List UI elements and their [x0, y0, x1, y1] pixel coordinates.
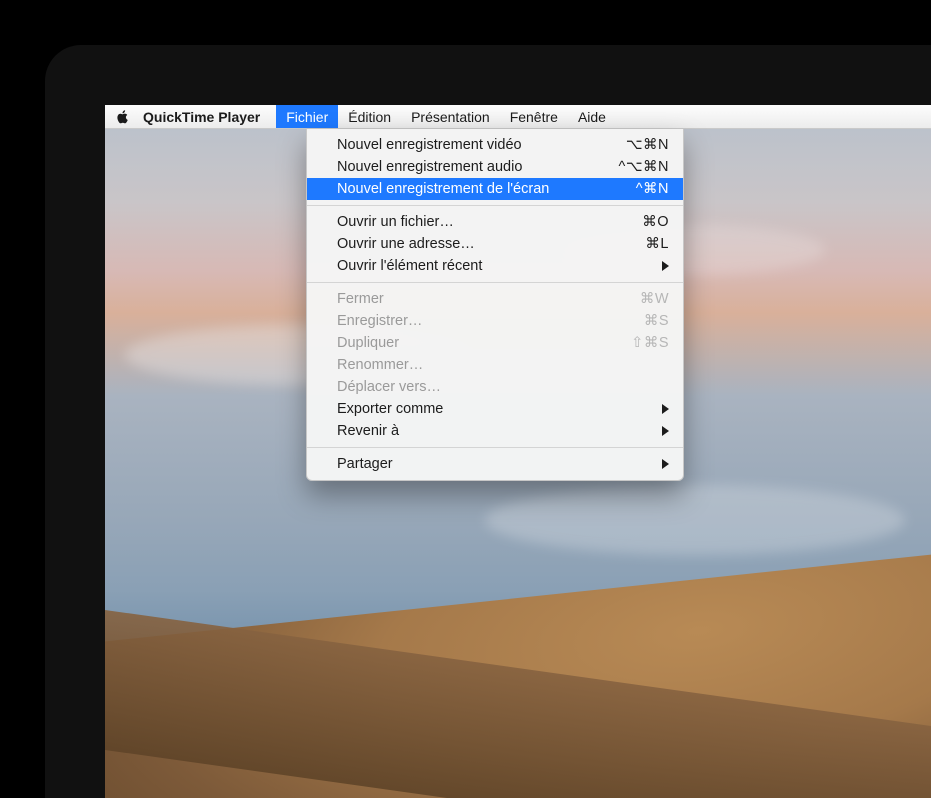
- menuitem-move-to: Déplacer vers…: [307, 376, 683, 398]
- menuitem-label: Renommer…: [337, 357, 423, 373]
- menuitem-label: Exporter comme: [337, 401, 443, 417]
- menuitem-shortcut: ^⌘N: [636, 181, 669, 197]
- menuitem-new-video-recording[interactable]: Nouvel enregistrement vidéo ⌥⌘N: [307, 134, 683, 156]
- menuitem-shortcut: ⌘L: [645, 236, 669, 252]
- app-name[interactable]: QuickTime Player: [143, 109, 260, 125]
- menuitem-label: Ouvrir un fichier…: [337, 214, 454, 230]
- desktop-screen: QuickTime Player Fichier Édition Présent…: [105, 105, 931, 798]
- menuitem-label: Nouvel enregistrement vidéo: [337, 137, 522, 153]
- menuitem-new-screen-recording[interactable]: Nouvel enregistrement de l'écran ^⌘N: [307, 178, 683, 200]
- menuitem-rename: Renommer…: [307, 354, 683, 376]
- menu-separator: [307, 205, 683, 206]
- menu-separator: [307, 282, 683, 283]
- menuitem-label: Enregistrer…: [337, 313, 422, 329]
- file-menu-dropdown: Nouvel enregistrement vidéo ⌥⌘N Nouvel e…: [306, 129, 684, 481]
- menu-fichier[interactable]: Fichier: [276, 105, 338, 128]
- menuitem-label: Ouvrir une adresse…: [337, 236, 475, 252]
- menuitem-open-file[interactable]: Ouvrir un fichier… ⌘O: [307, 211, 683, 233]
- menuitem-label: Déplacer vers…: [337, 379, 441, 395]
- menuitem-save: Enregistrer… ⌘S: [307, 310, 683, 332]
- submenu-arrow-icon: [662, 426, 669, 436]
- menuitem-shortcut: ⌘O: [642, 214, 669, 230]
- menuitem-revert-to[interactable]: Revenir à: [307, 420, 683, 442]
- menuitem-label: Partager: [337, 456, 393, 472]
- submenu-arrow-icon: [662, 459, 669, 469]
- menu-presentation[interactable]: Présentation: [401, 105, 500, 128]
- menuitem-duplicate: Dupliquer ⇧⌘S: [307, 332, 683, 354]
- submenu-arrow-icon: [662, 404, 669, 414]
- menuitem-close: Fermer ⌘W: [307, 288, 683, 310]
- menuitem-label: Fermer: [337, 291, 384, 307]
- menu-separator: [307, 447, 683, 448]
- menuitem-open-recent[interactable]: Ouvrir l'élément récent: [307, 255, 683, 277]
- menuitem-shortcut: ^⌥⌘N: [619, 159, 669, 175]
- menu-fenetre[interactable]: Fenêtre: [500, 105, 568, 128]
- menu-aide[interactable]: Aide: [568, 105, 616, 128]
- menuitem-open-location[interactable]: Ouvrir une adresse… ⌘L: [307, 233, 683, 255]
- menuitem-label: Nouvel enregistrement audio: [337, 159, 522, 175]
- menuitem-shortcut: ⇧⌘S: [631, 335, 669, 351]
- menu-bar: QuickTime Player Fichier Édition Présent…: [105, 105, 931, 129]
- device-bezel: QuickTime Player Fichier Édition Présent…: [0, 0, 931, 798]
- menuitem-shortcut: ⌘W: [640, 291, 669, 307]
- menuitem-new-audio-recording[interactable]: Nouvel enregistrement audio ^⌥⌘N: [307, 156, 683, 178]
- menuitem-shortcut: ⌘S: [644, 313, 669, 329]
- menuitem-label: Nouvel enregistrement de l'écran: [337, 181, 549, 197]
- menuitem-label: Ouvrir l'élément récent: [337, 258, 482, 274]
- menu-edition[interactable]: Édition: [338, 105, 401, 128]
- wallpaper-cloud: [485, 485, 905, 555]
- menuitem-label: Dupliquer: [337, 335, 399, 351]
- menuitem-export-as[interactable]: Exporter comme: [307, 398, 683, 420]
- menuitem-shortcut: ⌥⌘N: [626, 137, 669, 153]
- menuitem-label: Revenir à: [337, 423, 399, 439]
- apple-menu-icon[interactable]: [115, 109, 131, 125]
- device-bezel-inner: QuickTime Player Fichier Édition Présent…: [45, 45, 931, 798]
- menuitem-share[interactable]: Partager: [307, 453, 683, 475]
- submenu-arrow-icon: [662, 261, 669, 271]
